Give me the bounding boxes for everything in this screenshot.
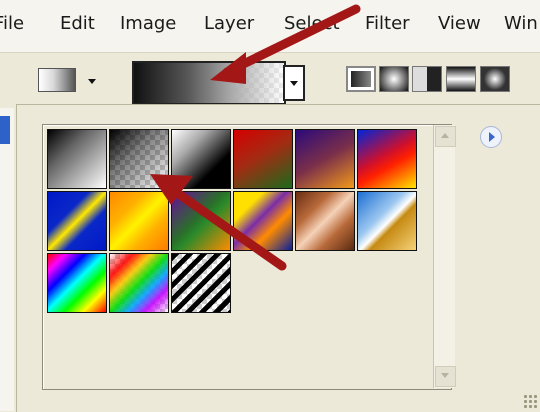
swatch-blue-red-yellow[interactable] — [357, 129, 417, 189]
swatch-black-transparent[interactable] — [109, 129, 169, 189]
menu-bar: File Edit Image Layer Select Filter View… — [0, 0, 540, 52]
swatch-spectrum[interactable] — [47, 253, 107, 313]
left-panel-strip — [0, 108, 14, 411]
tool-preset-icon[interactable] — [38, 68, 76, 92]
reflected-gradient-icon[interactable] — [446, 66, 476, 92]
menu-edit[interactable]: Edit — [60, 13, 95, 34]
swatch-red-green[interactable] — [233, 129, 293, 189]
swatch-black-white[interactable] — [47, 129, 107, 189]
scroll-down-arrow-icon[interactable] — [435, 366, 456, 387]
scroll-up-arrow-icon[interactable] — [435, 126, 456, 147]
menu-file[interactable]: File — [0, 13, 24, 34]
menu-filter[interactable]: Filter — [365, 13, 410, 34]
gradient-picker-dropdown[interactable] — [283, 65, 305, 101]
diamond-gradient-icon[interactable] — [480, 66, 510, 92]
swatch-violet-green-orange[interactable] — [171, 191, 231, 251]
swatch-blue-yellow-blue[interactable] — [47, 191, 107, 251]
swatch-chrome[interactable] — [357, 191, 417, 251]
resize-grip-icon[interactable] — [523, 394, 537, 408]
menu-layer[interactable]: Layer — [204, 13, 254, 34]
menu-image[interactable]: Image — [120, 13, 176, 34]
swatch-transparent-rainbow[interactable] — [109, 253, 169, 313]
swatch-copper[interactable] — [295, 191, 355, 251]
swatch-transparent-stripes[interactable] — [171, 253, 231, 313]
menu-select[interactable]: Select — [284, 13, 340, 34]
swatch-scrollbar[interactable] — [433, 125, 456, 388]
options-bar — [0, 52, 540, 109]
swatch-violet-orange[interactable] — [295, 129, 355, 189]
radial-gradient-icon[interactable] — [379, 66, 409, 92]
gradient-swatch-grid — [42, 124, 452, 390]
linear-gradient-icon[interactable] — [346, 66, 376, 92]
menu-view[interactable]: View — [438, 13, 481, 34]
panel-menu-arrow-icon[interactable] — [480, 126, 502, 148]
swatch-black-white-reverse[interactable] — [171, 129, 231, 189]
tool-preset-caret-icon[interactable] — [88, 79, 96, 84]
swatch-orange-yellow-orange[interactable] — [109, 191, 169, 251]
swatch-yellow-violet-orange-blue[interactable] — [233, 191, 293, 251]
gradient-editor-preview[interactable] — [132, 61, 286, 105]
angle-gradient-icon[interactable] — [412, 66, 442, 92]
selected-item-indicator — [0, 116, 10, 144]
menu-window[interactable]: Win — [504, 13, 538, 34]
gradient-picker-panel — [16, 104, 540, 412]
